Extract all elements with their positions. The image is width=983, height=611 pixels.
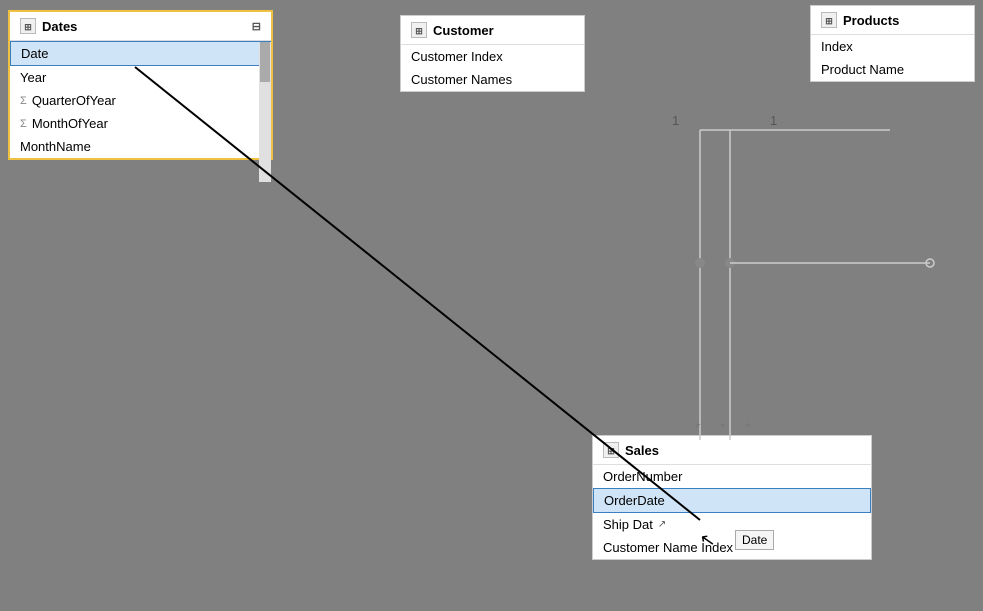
dates-table-title: Dates: [42, 19, 77, 34]
dates-field-quarterofyear[interactable]: Σ QuarterOfYear: [10, 89, 271, 112]
dates-monthofyear-label: MonthOfYear: [32, 116, 108, 131]
dates-field-monthofyear[interactable]: Σ MonthOfYear: [10, 112, 271, 135]
sales-customernameindex-label: Customer Name Index: [603, 540, 733, 555]
sales-field-shipdate[interactable]: Ship Dat ↗: [593, 513, 871, 536]
connector-dot-1: [695, 258, 705, 268]
connector-dot-2: [725, 258, 735, 268]
customer-table-title: Customer: [433, 23, 494, 38]
relation-1-left: 1: [672, 113, 679, 128]
sales-table-header: ⊞ Sales: [593, 436, 871, 465]
dates-scrollbar[interactable]: [259, 42, 271, 182]
customer-field-list: Customer Index Customer Names: [401, 45, 584, 91]
many-star-3: *: [745, 419, 751, 435]
sales-table-icon: ⊞: [603, 442, 619, 458]
products-productname-label: Product Name: [821, 62, 904, 77]
customer-table[interactable]: ⊞ Customer Customer Index Customer Names: [400, 15, 585, 92]
sales-shipdate-label: Ship Dat: [603, 517, 653, 532]
dates-collapse-icon[interactable]: ⊟: [252, 20, 261, 33]
dates-year-label: Year: [20, 70, 46, 85]
dates-date-label: Date: [21, 46, 48, 61]
sales-field-orderdate[interactable]: OrderDate: [593, 488, 871, 513]
products-field-list: Index Product Name: [811, 35, 974, 81]
sales-field-list: OrderNumber OrderDate Ship Dat ↗ Customer…: [593, 465, 871, 559]
sales-ordernumber-label: OrderNumber: [603, 469, 682, 484]
sales-orderdate-label: OrderDate: [604, 493, 665, 508]
customer-field-names[interactable]: Customer Names: [401, 68, 584, 91]
sales-table-title: Sales: [625, 443, 659, 458]
products-field-index[interactable]: Index: [811, 35, 974, 58]
customer-names-label: Customer Names: [411, 72, 512, 87]
products-table[interactable]: ⊞ Products Index Product Name: [810, 5, 975, 82]
products-table-title: Products: [843, 13, 899, 28]
dates-table[interactable]: ⊞ Dates ⊟ Date Year Σ QuarterOfYear Σ Mo…: [8, 10, 273, 160]
dates-table-icon: ⊞: [20, 18, 36, 34]
dates-field-date[interactable]: Date: [10, 41, 271, 66]
dates-scrollbar-thumb[interactable]: [260, 42, 270, 82]
many-star-2: *: [720, 419, 726, 435]
dates-monthname-label: MonthName: [20, 139, 91, 154]
customer-field-index[interactable]: Customer Index: [401, 45, 584, 68]
dates-quarterofyear-label: QuarterOfYear: [32, 93, 116, 108]
customer-table-header: ⊞ Customer: [401, 16, 584, 45]
dates-field-year[interactable]: Year: [10, 66, 271, 89]
sigma-icon-1: Σ: [20, 95, 27, 107]
sales-field-customernameindex[interactable]: Customer Name Index: [593, 536, 871, 559]
products-table-icon: ⊞: [821, 12, 837, 28]
sigma-icon-2: Σ: [20, 118, 27, 130]
products-index-label: Index: [821, 39, 853, 54]
ship-date-external-icon: ↗: [658, 519, 666, 530]
customer-index-label: Customer Index: [411, 49, 503, 64]
products-field-productname[interactable]: Product Name: [811, 58, 974, 81]
many-star-1: *: [695, 419, 701, 435]
dates-table-header: ⊞ Dates ⊟: [10, 12, 271, 41]
dates-field-monthname[interactable]: MonthName: [10, 135, 271, 158]
sales-table[interactable]: ⊞ Sales OrderNumber OrderDate Ship Dat ↗ …: [592, 435, 872, 560]
connector-dot-3: [926, 259, 934, 267]
customer-table-icon: ⊞: [411, 22, 427, 38]
products-table-header: ⊞ Products: [811, 6, 974, 35]
relation-1-right: 1: [770, 113, 777, 128]
dates-field-list: Date Year Σ QuarterOfYear Σ MonthOfYear …: [10, 41, 271, 158]
sales-field-ordernumber[interactable]: OrderNumber: [593, 465, 871, 488]
